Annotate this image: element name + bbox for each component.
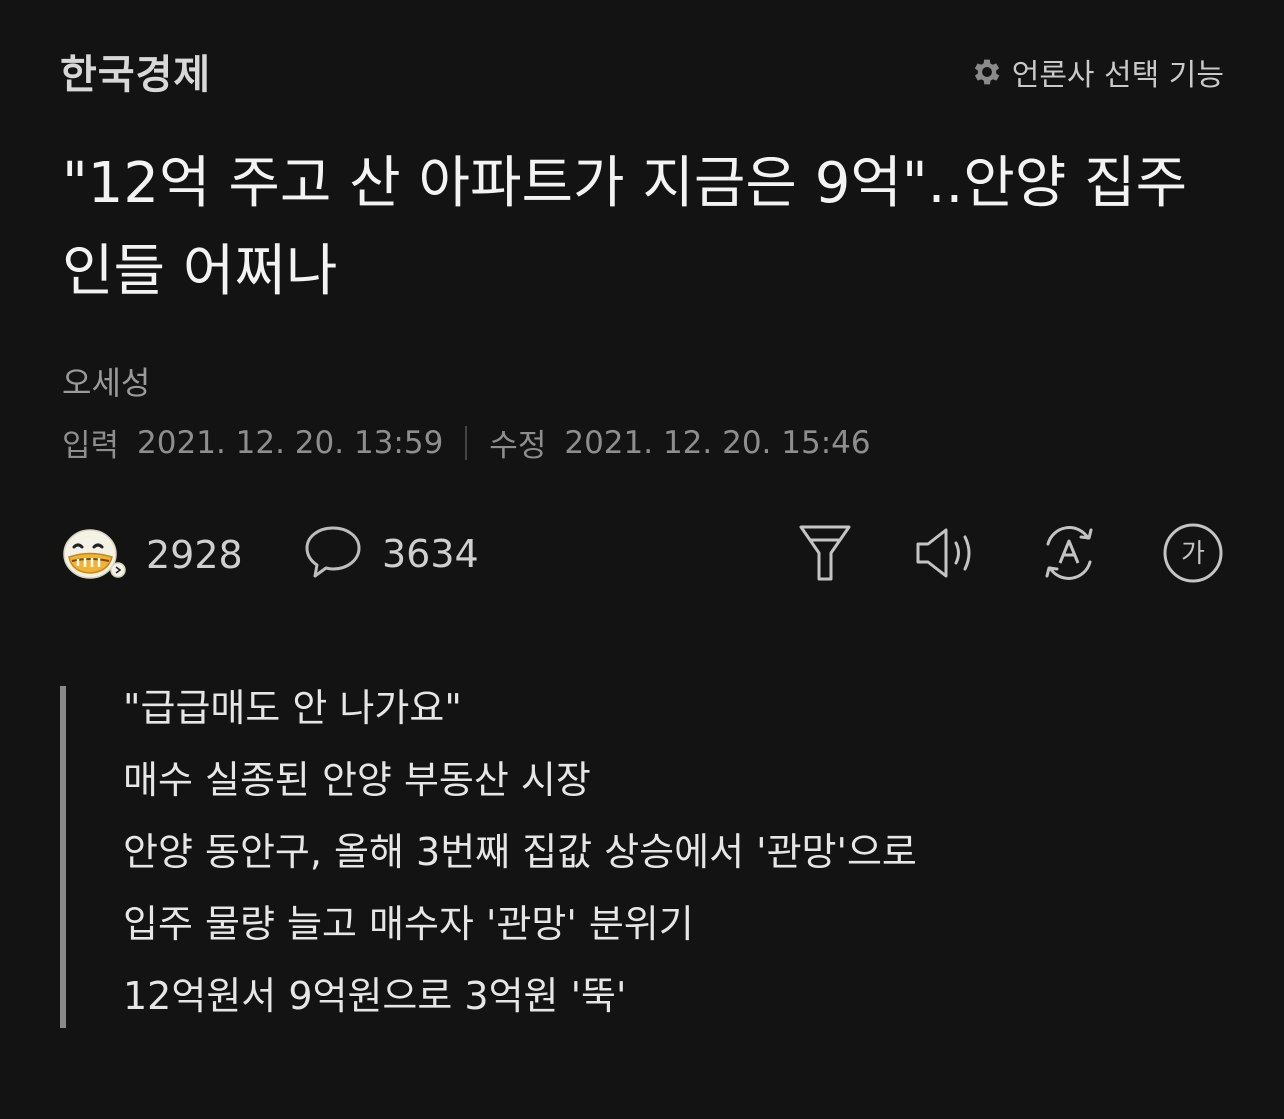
- article-header: 한국경제 언론사 선택 기능: [60, 38, 1224, 98]
- summary-line: 입주 물량 늘고 매수자 '관망' 분위기: [123, 902, 694, 946]
- article-actions: 2928 3634 가: [60, 520, 1224, 586]
- author-name[interactable]: 오세성: [62, 358, 150, 404]
- comment-button[interactable]: 3634: [304, 524, 479, 584]
- summary-line: 12억원서 9억원으로 3억원 '뚝': [123, 974, 627, 1018]
- summary-line: "급급매도 안 나가요": [123, 686, 462, 730]
- press-select-label: 언론사 선택 기능: [1011, 58, 1224, 93]
- reaction-count: 2928: [146, 533, 243, 577]
- date-divider: [465, 425, 468, 460]
- translate-icon[interactable]: [1038, 522, 1100, 588]
- speech-bubble-icon: [304, 524, 362, 584]
- speaker-icon[interactable]: [914, 526, 976, 584]
- reaction-button[interactable]: 2928: [60, 520, 243, 590]
- summary-line: 매수 실종된 안양 부동산 시장: [123, 758, 591, 802]
- modified-time: 2021. 12. 20. 15:46: [564, 424, 871, 461]
- press-logo[interactable]: 한국경제: [60, 42, 211, 100]
- font-size-icon[interactable]: 가: [1162, 522, 1224, 588]
- article-title: "12억 주고 산 아파트가 지금은 9억"..안양 집주인들 어쩌나: [62, 151, 1188, 304]
- press-select-button[interactable]: 언론사 선택 기능: [970, 50, 1224, 94]
- input-label: 입력: [62, 428, 120, 464]
- funnel-icon[interactable]: [798, 523, 852, 587]
- article-dates: 입력 2021. 12. 20. 13:59 수정 2021. 12. 20. …: [62, 420, 871, 465]
- article-summary: "급급매도 안 나가요" 매수 실종된 안양 부동산 시장 안양 동안구, 올해…: [60, 686, 1283, 1028]
- gear-icon: [970, 55, 1004, 89]
- comment-count: 3634: [382, 532, 479, 576]
- emoji-face-icon: [60, 520, 126, 590]
- input-time: 2021. 12. 20. 13:59: [137, 424, 444, 461]
- svg-text:가: 가: [1181, 539, 1205, 569]
- modified-label: 수정: [489, 428, 547, 464]
- summary-line: 안양 동안구, 올해 3번째 집값 상승에서 '관망'으로: [123, 830, 917, 874]
- article-tools: 가: [798, 522, 1224, 588]
